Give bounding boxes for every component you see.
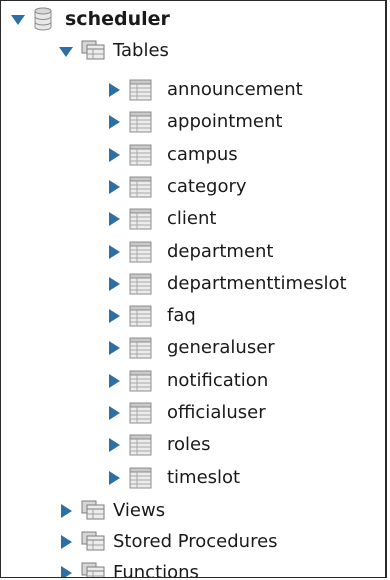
expand-arrow-icon[interactable] bbox=[107, 471, 121, 485]
table-icon bbox=[129, 240, 153, 264]
table-row-appointment[interactable]: appointment bbox=[107, 106, 282, 138]
table-icon bbox=[129, 304, 153, 328]
expand-arrow-icon[interactable] bbox=[107, 277, 121, 291]
table-icon bbox=[129, 369, 153, 393]
expand-arrow-icon[interactable] bbox=[107, 212, 121, 226]
schema-name: scheduler bbox=[65, 7, 170, 30]
expand-arrow-icon[interactable] bbox=[59, 566, 73, 577]
table-name: roles bbox=[167, 434, 211, 455]
table-icon bbox=[129, 466, 153, 490]
table-row-faq[interactable]: faq bbox=[107, 300, 196, 332]
table-icon bbox=[129, 175, 153, 199]
table-row-department[interactable]: department bbox=[107, 236, 274, 268]
table-icon bbox=[129, 401, 153, 425]
folder-label: Views bbox=[113, 500, 166, 521]
expand-arrow-icon[interactable] bbox=[107, 180, 121, 194]
table-name: notification bbox=[167, 370, 269, 391]
schema-row-scheduler[interactable]: scheduler bbox=[11, 3, 170, 35]
table-name: timeslot bbox=[167, 467, 241, 488]
expand-arrow-icon[interactable] bbox=[107, 309, 121, 323]
table-row-campus[interactable]: campus bbox=[107, 139, 238, 171]
table-row-departmenttimeslot[interactable]: departmenttimeslot bbox=[107, 268, 347, 300]
table-row-timeslot[interactable]: timeslot bbox=[107, 462, 240, 494]
folder-label: Tables bbox=[113, 40, 169, 61]
folder-label: Stored Procedures bbox=[113, 531, 278, 552]
table-icon bbox=[129, 143, 153, 167]
folder-row-stored-procedures[interactable]: Stored Procedures bbox=[59, 526, 278, 558]
expand-arrow-icon[interactable] bbox=[107, 341, 121, 355]
expand-arrow-icon[interactable] bbox=[59, 504, 73, 518]
table-icon bbox=[129, 433, 153, 457]
table-row-notification[interactable]: notification bbox=[107, 365, 268, 397]
table-row-category[interactable]: category bbox=[107, 171, 247, 203]
table-row-announcement[interactable]: announcement bbox=[107, 74, 303, 106]
table-name: departmenttimeslot bbox=[167, 273, 347, 294]
table-name: faq bbox=[167, 305, 196, 326]
folder-procedures-icon bbox=[81, 531, 107, 553]
folder-table-icon bbox=[81, 40, 107, 62]
table-row-generaluser[interactable]: generaluser bbox=[107, 332, 275, 364]
table-icon bbox=[129, 336, 153, 360]
table-icon bbox=[129, 272, 153, 296]
expand-arrow-icon[interactable] bbox=[59, 535, 73, 549]
table-name: campus bbox=[167, 144, 238, 165]
expand-arrow-icon[interactable] bbox=[11, 12, 25, 26]
database-icon bbox=[33, 7, 53, 31]
table-row-officialuser[interactable]: officialuser bbox=[107, 397, 266, 429]
expand-arrow-icon[interactable] bbox=[107, 148, 121, 162]
expand-arrow-icon[interactable] bbox=[107, 115, 121, 129]
expand-arrow-icon[interactable] bbox=[107, 374, 121, 388]
table-name: client bbox=[167, 208, 217, 229]
expand-arrow-icon[interactable] bbox=[59, 44, 73, 58]
table-icon bbox=[129, 78, 153, 102]
folder-row-tables[interactable]: Tables bbox=[59, 35, 169, 67]
table-row-roles[interactable]: roles bbox=[107, 429, 210, 461]
folder-views-icon bbox=[81, 500, 107, 522]
table-name: department bbox=[167, 241, 274, 262]
folder-label: Functions bbox=[113, 562, 199, 578]
folder-row-functions[interactable]: Functions bbox=[59, 557, 199, 578]
table-name: category bbox=[167, 176, 247, 197]
folder-functions-icon bbox=[81, 562, 107, 577]
table-icon bbox=[129, 110, 153, 134]
table-name: announcement bbox=[167, 79, 303, 100]
table-row-client[interactable]: client bbox=[107, 203, 216, 235]
expand-arrow-icon[interactable] bbox=[107, 245, 121, 259]
table-name: generaluser bbox=[167, 337, 275, 358]
expand-arrow-icon[interactable] bbox=[107, 406, 121, 420]
expand-arrow-icon[interactable] bbox=[107, 438, 121, 452]
table-name: officialuser bbox=[167, 402, 266, 423]
table-icon bbox=[129, 207, 153, 231]
table-name: appointment bbox=[167, 111, 283, 132]
schema-navigator: scheduler Tables announcement appointment… bbox=[0, 0, 387, 578]
folder-row-views[interactable]: Views bbox=[59, 495, 165, 527]
expand-arrow-icon[interactable] bbox=[107, 83, 121, 97]
